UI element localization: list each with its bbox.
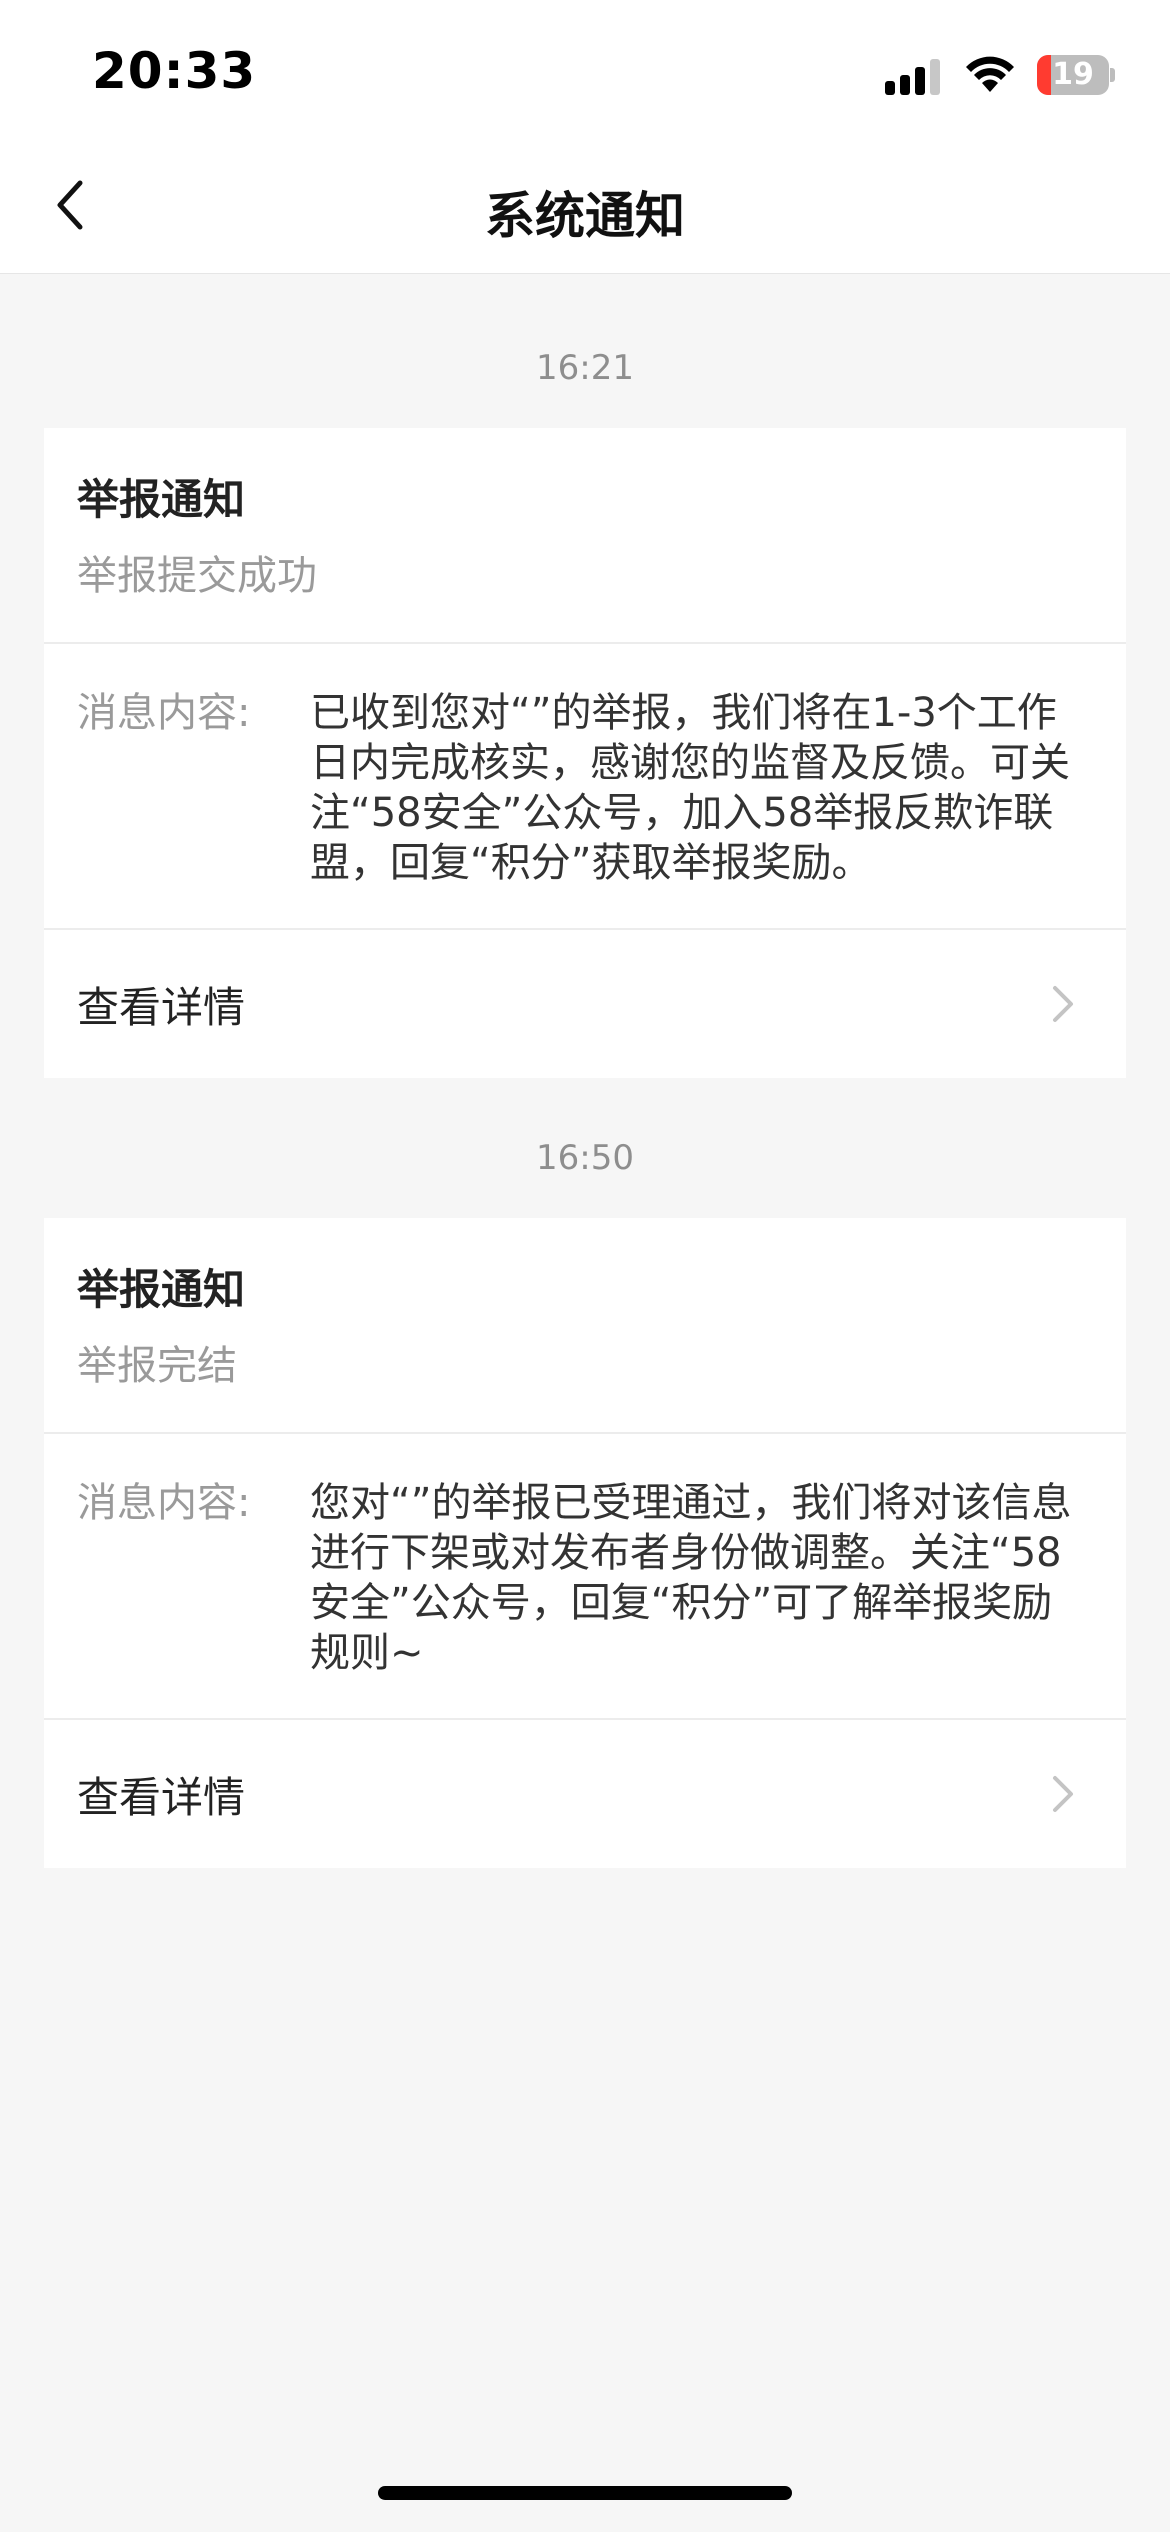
battery-percent: 19 xyxy=(1052,57,1094,92)
cellular-signal-icon xyxy=(885,55,943,95)
home-indicator[interactable] xyxy=(378,2486,792,2500)
notification-card: 举报通知 举报提交成功 消息内容: 已收到您对“”的举报，我们将在1-3个工作日… xyxy=(44,428,1126,1078)
notification-card: 举报通知 举报完结 消息内容: 您对“”的举报已受理通过，我们将对该信息进行下架… xyxy=(44,1218,1126,1868)
card-header: 举报通知 举报提交成功 xyxy=(44,428,1126,644)
content-text: 您对“”的举报已受理通过，我们将对该信息进行下架或对发布者身份做调整。关注“58… xyxy=(310,1480,1072,1676)
view-details-button[interactable]: 查看详情 xyxy=(44,930,1126,1078)
navigation-bar: 系统通知 xyxy=(0,140,1170,274)
battery-icon: 19 xyxy=(1037,55,1115,95)
card-header: 举报通知 举报完结 xyxy=(44,1218,1126,1434)
content-label: 消息内容: xyxy=(77,1480,251,1526)
notification-title: 举报通知 xyxy=(77,475,246,524)
wifi-icon xyxy=(965,56,1015,94)
view-details-label: 查看详情 xyxy=(77,982,246,1032)
view-details-label: 查看详情 xyxy=(77,1772,246,1822)
chevron-right-icon xyxy=(1043,1774,1083,1814)
view-details-button[interactable]: 查看详情 xyxy=(44,1720,1126,1868)
status-icons: 19 xyxy=(885,52,1115,98)
chevron-right-icon xyxy=(1043,984,1083,1024)
notification-time: 16:21 xyxy=(536,348,634,388)
status-bar: 20:33 19 xyxy=(0,0,1170,140)
notification-title: 举报通知 xyxy=(77,1265,246,1314)
battery-level: 19 xyxy=(1037,55,1109,95)
content-label: 消息内容: xyxy=(77,690,251,736)
battery-cap xyxy=(1110,68,1115,82)
notification-subtitle: 举报提交成功 xyxy=(77,553,317,599)
notification-time: 16:50 xyxy=(536,1138,634,1178)
card-body: 消息内容: 您对“”的举报已受理通过，我们将对该信息进行下架或对发布者身份做调整… xyxy=(44,1434,1126,1720)
status-time: 20:33 xyxy=(92,42,257,100)
page-title: 系统通知 xyxy=(485,187,685,245)
notification-subtitle: 举报完结 xyxy=(77,1343,237,1389)
card-body: 消息内容: 已收到您对“”的举报，我们将在1-3个工作日内完成核实，感谢您的监督… xyxy=(44,644,1126,930)
content-text: 已收到您对“”的举报，我们将在1-3个工作日内完成核实，感谢您的监督及反馈。可关… xyxy=(310,690,1070,886)
